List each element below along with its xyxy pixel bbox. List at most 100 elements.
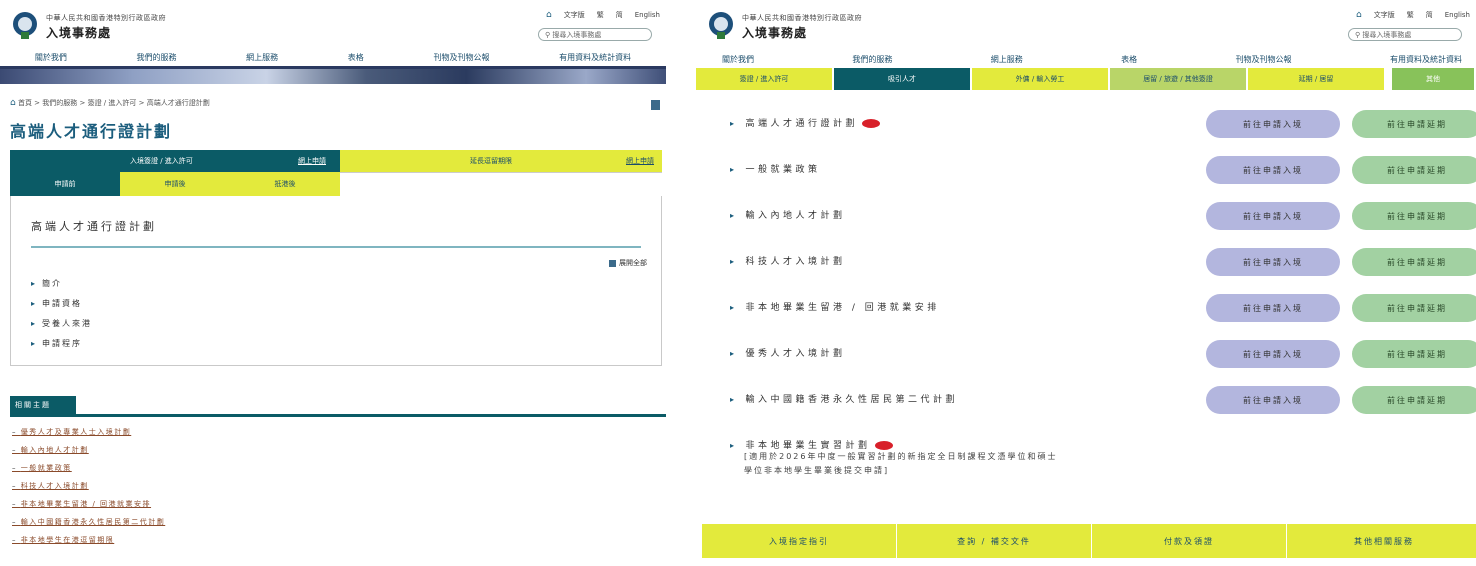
accordion-item[interactable]: 申請程序 [31, 338, 641, 349]
apply-entry-button[interactable]: 前往申請入境 [1206, 248, 1340, 276]
related-link[interactable]: 非本地學生在港逗留期限 [12, 531, 666, 549]
util-link-english[interactable]: English [1445, 11, 1470, 19]
right-screenshot: 中華人民共和國香港特別行政區政府 入境事務處 ⌂ 文字版 繁 简 English… [696, 0, 1476, 566]
related-link[interactable]: 輸入中國籍香港永久性居民第二代計劃 [12, 513, 666, 531]
apply-extension-button[interactable]: 前往申請延期 [1352, 202, 1476, 230]
apply-entry-button[interactable]: 前往申請入境 [1206, 386, 1340, 414]
dept-name[interactable]: 入境事務處 [742, 24, 807, 41]
nav-forms[interactable]: 表格 [1121, 54, 1137, 68]
util-link-text[interactable]: 文字版 [564, 10, 585, 20]
related-link[interactable]: 輸入內地人才計劃 [12, 441, 666, 459]
dept-subtitle: 中華人民共和國香港特別行政區政府 [742, 14, 862, 22]
home-icon[interactable]: ⌂ [546, 10, 552, 20]
related-link[interactable]: 一般就業政策 [12, 459, 666, 477]
dept-name[interactable]: 入境事務處 [46, 24, 111, 41]
main-nav: 關於我們 我們的服務 網上服務 表格 刊物及刊物公報 有用資料及統計資料 [0, 46, 666, 66]
programme-row: 高端人才通行證計劃 前往申請入境 前往申請延期 [696, 104, 1476, 150]
programme-row: 非本地畢業生實習計劃 [適用於2026年中度一般實習計劃的新指定全日制課程文憑學… [696, 426, 1476, 496]
programme-row: 輸入中國籍香港永久性居民第二代計劃 前往申請入境 前往申請延期 [696, 380, 1476, 426]
expand-all-button[interactable]: 展開全部 [609, 258, 647, 268]
util-link-english[interactable]: English [635, 11, 660, 19]
apply-entry-button[interactable]: 前往申請入境 [1206, 294, 1340, 322]
dept-subtitle: 中華人民共和國香港特別行政區政府 [46, 14, 166, 22]
search-input[interactable]: ⚲ 搜尋入境事務處 [538, 28, 652, 41]
nav-useful-info[interactable]: 有用資料及統計資料 [1390, 54, 1462, 68]
nav-services[interactable]: 我們的服務 [852, 54, 892, 68]
programme-row: 輸入內地人才計劃 前往申請入境 前往申請延期 [696, 196, 1476, 242]
programme-link[interactable]: 非本地畢業生留港 / 回港就業安排 [730, 300, 940, 313]
print-icon[interactable] [651, 100, 660, 110]
nav-eservices[interactable]: 網上服務 [246, 52, 278, 66]
tab-after-application[interactable]: 申請後 [120, 172, 230, 196]
programme-link[interactable]: 一般就業政策 [730, 162, 821, 175]
footer-tab-payment[interactable]: 付款及領證 [1092, 524, 1287, 558]
nav-about[interactable]: 關於我們 [35, 52, 67, 66]
accordion-item[interactable]: 受養人來港 [31, 318, 641, 329]
accordion-list: 簡介 申請資格 受養人來港 申請程序 [31, 278, 641, 349]
nav-useful-info[interactable]: 有用資料及統計資料 [559, 52, 631, 66]
programme-link[interactable]: 科技人才入境計劃 [730, 254, 846, 267]
nav-eservices[interactable]: 網上服務 [991, 54, 1023, 68]
nav-publications[interactable]: 刊物及刊物公報 [433, 52, 489, 66]
apply-extension-button[interactable]: 前往申請延期 [1352, 386, 1476, 414]
tab-domestic-helpers[interactable]: 外傭 / 輸入勞工 [972, 68, 1110, 90]
apply-extension-button[interactable]: 前往申請延期 [1352, 340, 1476, 368]
apply-extension-button[interactable]: 前往申請延期 [1352, 156, 1476, 184]
util-link-simp[interactable]: 简 [1426, 10, 1433, 20]
footer-tab-other[interactable]: 其他相關服務 [1287, 524, 1476, 558]
footer-tab-guidelines[interactable]: 入境指定指引 [702, 524, 897, 558]
immigration-emblem-icon [13, 12, 37, 39]
accordion-item[interactable]: 簡介 [31, 278, 641, 289]
category-tabs: 簽證 / 進入許可 吸引人才 外傭 / 輸入勞工 居留 / 旅遊 / 其他簽證 … [696, 68, 1476, 90]
apply-extension-button[interactable]: 前往申請延期 [1352, 248, 1476, 276]
programme-row: 科技人才入境計劃 前往申請入境 前往申請延期 [696, 242, 1476, 288]
content-title: 高端人才通行證計劃 [31, 220, 157, 233]
expand-icon [609, 259, 616, 267]
apply-entry-button[interactable]: 前往申請入境 [1206, 340, 1340, 368]
programme-link[interactable]: 優秀人才入境計劃 [730, 346, 846, 359]
nav-forms[interactable]: 表格 [348, 52, 364, 66]
apply-entry-button[interactable]: 前往申請入境 [1206, 110, 1340, 138]
tab-after-arrival[interactable]: 抵港後 [230, 172, 340, 196]
related-link[interactable]: 科技人才入境計劃 [12, 477, 666, 495]
home-icon[interactable]: ⌂ [1356, 10, 1362, 20]
tab-visa-entry[interactable]: 入境簽證 / 進入許可 網上申請 [10, 150, 340, 172]
breadcrumb: ⌂ 首頁 > 我們的服務 > 簽證 / 進入許可 > 高端人才通行證計劃 [10, 98, 210, 108]
util-link-simp[interactable]: 简 [616, 10, 623, 20]
util-link-trad[interactable]: 繁 [1407, 10, 1414, 20]
apply-entry-button[interactable]: 前往申請入境 [1206, 202, 1340, 230]
tab-apply-online-2[interactable]: 網上申請 [626, 156, 654, 166]
programme-row: 一般就業政策 前往申請入境 前往申請延期 [696, 150, 1476, 196]
related-link[interactable]: 非本地畢業生留港 / 回港就業安排 [12, 495, 666, 513]
accordion-item[interactable]: 申請資格 [31, 298, 641, 309]
apply-extension-button[interactable]: 前往申請延期 [1352, 294, 1476, 322]
nav-services[interactable]: 我們的服務 [136, 52, 176, 66]
apply-entry-button[interactable]: 前往申請入境 [1206, 156, 1340, 184]
home-icon[interactable]: ⌂ [10, 98, 16, 108]
tab-visa-entry[interactable]: 簽證 / 進入許可 [696, 68, 834, 90]
tab-others[interactable]: 其他 [1392, 68, 1476, 90]
content-box: 高端人才通行證計劃 展開全部 簡介 申請資格 受養人來港 申請程序 [10, 196, 662, 366]
util-link-text[interactable]: 文字版 [1374, 10, 1395, 20]
tab-residence-visit[interactable]: 居留 / 旅遊 / 其他簽證 [1110, 68, 1248, 90]
nav-publications[interactable]: 刊物及刊物公報 [1236, 54, 1292, 68]
tab-talent[interactable]: 吸引人才 [834, 68, 972, 90]
tab-extension[interactable]: 延長逗留期限 網上申請 [340, 150, 662, 172]
immigration-emblem-icon [709, 12, 733, 39]
nav-about[interactable]: 關於我們 [722, 54, 754, 68]
search-input[interactable]: ⚲ 搜尋入境事務處 [1348, 28, 1462, 41]
new-badge-icon [874, 441, 893, 450]
util-link-trad[interactable]: 繁 [597, 10, 604, 20]
footer-tabs: 入境指定指引 查詢 / 補交文件 付款及領證 其他相關服務 [702, 524, 1476, 558]
related-link[interactable]: 優秀人才及專業人士入境計劃 [12, 423, 666, 441]
programme-link[interactable]: 輸入中國籍香港永久性居民第二代計劃 [730, 392, 958, 405]
footer-tab-enquiry[interactable]: 查詢 / 補交文件 [897, 524, 1092, 558]
programme-link[interactable]: 輸入內地人才計劃 [730, 208, 846, 221]
tab-extension[interactable]: 延期 / 居留 [1248, 68, 1386, 90]
related-links: 優秀人才及專業人士入境計劃 輸入內地人才計劃 一般就業政策 科技人才入境計劃 非… [12, 423, 666, 549]
tab-before-application[interactable]: 申請前 [10, 172, 120, 196]
apply-extension-button[interactable]: 前往申請延期 [1352, 110, 1476, 138]
programme-row: 優秀人才入境計劃 前往申請入境 前往申請延期 [696, 334, 1476, 380]
programme-link[interactable]: 高端人才通行證計劃 [730, 116, 881, 129]
tab-apply-online-1[interactable]: 網上申請 [298, 156, 326, 166]
